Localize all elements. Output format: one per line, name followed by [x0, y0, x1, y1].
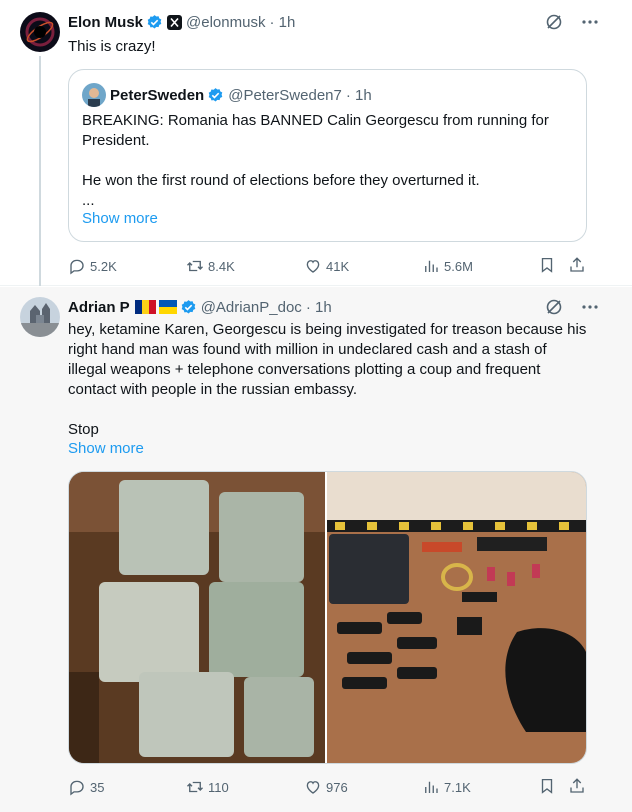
tweet-text: hey, ketamine Karen, Georgescu is being …	[68, 321, 587, 438]
show-more-link[interactable]: Show more	[68, 440, 144, 457]
avatar-adrian-p[interactable]	[20, 297, 60, 337]
author-name[interactable]: Elon Musk	[68, 14, 143, 31]
quote-header: PeterSweden @PeterSweden7 · 1h	[82, 83, 372, 107]
views-button[interactable]: 5.6M	[422, 256, 473, 276]
repost-icon	[187, 260, 203, 272]
verified-badge-icon[interactable]	[180, 299, 197, 316]
tweet-elon-musk[interactable]: Elon Musk @elonmusk · 1h This is crazy! …	[0, 0, 632, 286]
tweet-header: Adrian P @AdrianP_doc · 1h	[68, 297, 332, 317]
views-icon	[425, 260, 438, 272]
thread-line	[39, 56, 41, 286]
like-button[interactable]: 976	[304, 777, 348, 797]
quote-timestamp[interactable]: · 1h	[346, 87, 372, 104]
verified-badge-icon[interactable]	[146, 14, 163, 31]
bookmark-icon[interactable]	[538, 256, 556, 274]
quoted-tweet[interactable]: PeterSweden @PeterSweden7 · 1h BREAKING:…	[68, 69, 587, 242]
quote-text: BREAKING: Romania has BANNED Calin Georg…	[82, 112, 549, 209]
timestamp[interactable]: · 1h	[306, 299, 332, 316]
show-more-link[interactable]: Show more	[82, 210, 158, 227]
quote-author-name[interactable]: PeterSweden	[110, 87, 204, 104]
timestamp[interactable]: · 1h	[269, 14, 295, 31]
repost-icon	[187, 781, 203, 793]
share-icon[interactable]	[568, 256, 586, 274]
tweet-text: This is crazy!	[68, 38, 156, 55]
repost-count: 8.4K	[208, 258, 235, 274]
quote-author-handle[interactable]: @PeterSweden7	[228, 87, 342, 104]
repost-button[interactable]: 110	[186, 777, 229, 797]
repost-count: 110	[208, 779, 229, 795]
photo-weapons[interactable]	[327, 472, 586, 763]
more-icon[interactable]	[580, 12, 600, 32]
tweet-top-actions	[544, 12, 600, 32]
like-icon	[306, 260, 320, 273]
reply-icon	[70, 259, 84, 275]
avatar-elon-musk[interactable]	[20, 12, 60, 52]
photo-cash-bundles[interactable]	[69, 472, 327, 763]
reply-button[interactable]: 5.2K	[68, 256, 117, 276]
views-icon	[425, 781, 438, 793]
author-handle[interactable]: @elonmusk	[186, 14, 265, 31]
author-handle[interactable]: @AdrianP_doc	[201, 299, 302, 316]
grok-icon[interactable]	[544, 297, 564, 317]
like-button[interactable]: 41K	[304, 256, 349, 276]
tweet-adrian-p[interactable]: Adrian P @AdrianP_doc · 1h hey, ketamine…	[0, 287, 632, 812]
views-button[interactable]: 7.1K	[422, 777, 471, 797]
tweet-action-bar: 35 110 976 7.1K	[68, 777, 588, 797]
reply-count: 35	[90, 779, 105, 795]
tweet-action-bar: 5.2K 8.4K 41K 5.6M	[68, 256, 588, 276]
repost-button[interactable]: 8.4K	[186, 256, 235, 276]
tweet-top-actions	[544, 297, 600, 317]
bookmark-icon[interactable]	[538, 777, 556, 795]
reply-count: 5.2K	[90, 258, 117, 274]
view-count: 5.6M	[444, 258, 473, 274]
reply-button[interactable]: 35	[68, 777, 104, 797]
like-icon	[306, 781, 320, 794]
avatar-petersweden[interactable]	[82, 83, 106, 107]
verified-badge-icon[interactable]	[207, 87, 224, 104]
view-count: 7.1K	[444, 779, 471, 795]
reply-icon	[70, 780, 84, 796]
like-count: 41K	[326, 258, 350, 274]
x-affiliate-icon[interactable]	[167, 14, 183, 30]
ukraine-flag-icon	[158, 300, 177, 314]
media-grid	[68, 471, 587, 764]
share-icon[interactable]	[568, 777, 586, 795]
romania-flag-icon	[134, 300, 156, 314]
tweet-header: Elon Musk @elonmusk · 1h	[68, 12, 295, 32]
like-count: 976	[326, 779, 348, 795]
more-icon[interactable]	[580, 297, 600, 317]
author-name[interactable]: Adrian P	[68, 299, 130, 316]
grok-icon[interactable]	[544, 12, 564, 32]
